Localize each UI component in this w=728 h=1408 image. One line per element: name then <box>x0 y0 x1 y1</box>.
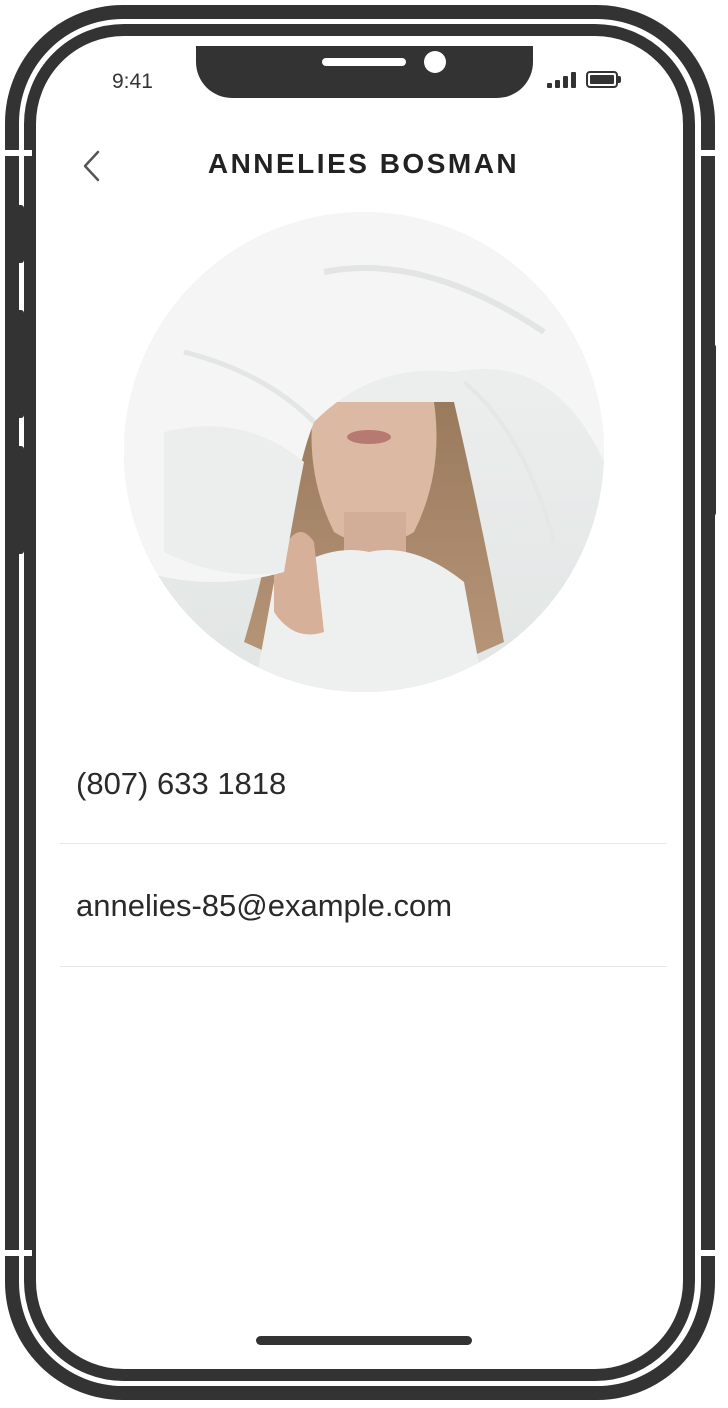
home-indicator[interactable] <box>256 1336 472 1345</box>
phone-row[interactable]: (807) 633 1818 <box>60 722 667 844</box>
email-row[interactable]: annelies-85@example.com <box>60 845 667 967</box>
notch <box>196 46 533 98</box>
front-camera <box>424 51 446 73</box>
volume-up-button <box>12 310 24 418</box>
mute-switch <box>12 205 24 263</box>
phone-mockup: 9:41 ANNELIES BOSMAN (807) 633 1818 anne… <box>0 0 728 1408</box>
screen: 9:41 ANNELIES BOSMAN (807) 633 1818 anne… <box>60 46 667 1366</box>
email-address: annelies-85@example.com <box>76 888 453 923</box>
signal-icon <box>547 72 576 88</box>
power-button <box>704 344 716 516</box>
antenna-line <box>0 1250 32 1256</box>
antenna-line <box>696 1250 728 1256</box>
speaker-grille <box>322 58 406 66</box>
volume-down-button <box>12 446 24 554</box>
profile-photo <box>124 212 604 692</box>
status-time: 9:41 <box>112 70 153 93</box>
page-title: ANNELIES BOSMAN <box>207 148 520 179</box>
phone-number: (807) 633 1818 <box>76 766 287 801</box>
antenna-line <box>0 150 32 156</box>
avatar <box>124 212 604 692</box>
battery-icon <box>586 71 621 88</box>
antenna-line <box>696 150 728 156</box>
